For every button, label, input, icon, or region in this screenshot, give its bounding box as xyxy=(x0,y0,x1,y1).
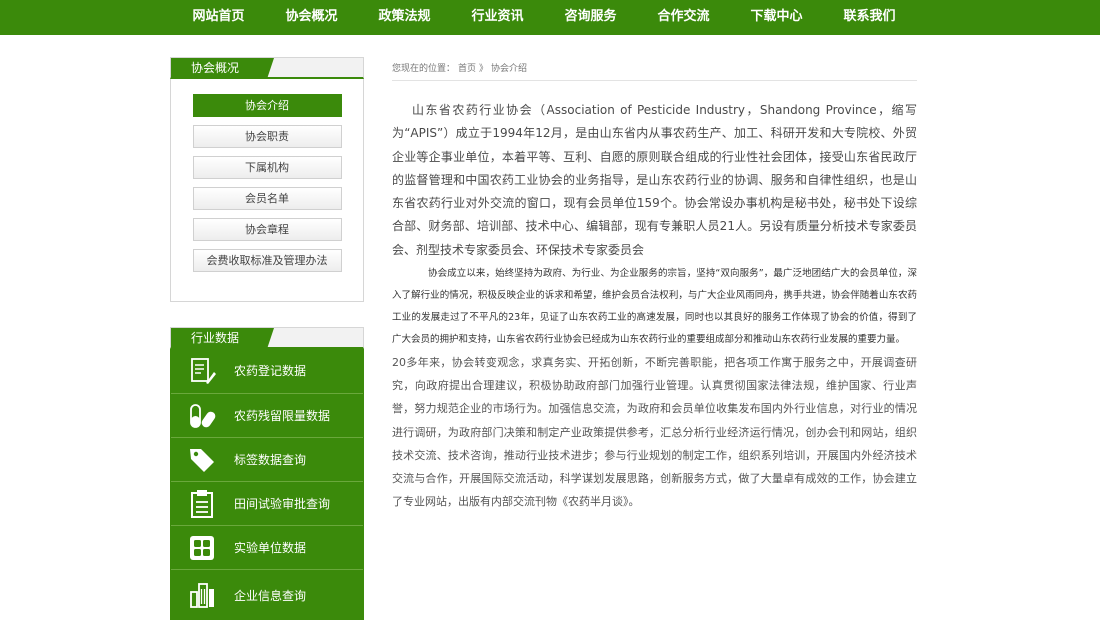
data-item-label: 实验单位数据 xyxy=(234,541,307,555)
industry-data-list: 农药登记数据 农药残留限量数据 标签数据查询 田间试验审批查询 实验单位数据 企… xyxy=(170,349,364,620)
article-paragraph-3: 20多年来，协会转变观念，求真务实、开拓创新，不断完善职能，把各项工作寓于服务之… xyxy=(392,356,917,509)
pills-icon xyxy=(190,404,216,428)
submenu-subsidiaries[interactable]: 下属机构 xyxy=(192,156,342,179)
article-paragraph-1: 山东省农药行业协会（Association of Pesticide Indus… xyxy=(392,103,917,257)
submenu-charter[interactable]: 协会章程 xyxy=(192,218,342,241)
data-item-field-trials[interactable]: 田间试验审批查询 xyxy=(171,481,363,525)
main-content: 您现在的位置： 首页》协会介绍 山东省农药行业协会（Association of … xyxy=(392,57,917,514)
data-item-label-data[interactable]: 标签数据查询 xyxy=(171,437,363,481)
sidebar: 协会概况 协会介绍 协会职责 下属机构 会员名单 协会章程 会费收取标准及管理办… xyxy=(170,57,364,620)
data-item-label: 标签数据查询 xyxy=(234,453,307,467)
grid-blocks-icon xyxy=(190,536,214,560)
nav-news[interactable]: 行业资讯 xyxy=(451,0,544,35)
nav-consulting[interactable]: 咨询服务 xyxy=(544,0,637,35)
nav-downloads[interactable]: 下载中心 xyxy=(730,0,823,35)
nav-home[interactable]: 网站首页 xyxy=(172,0,265,35)
breadcrumb-separator: 》 xyxy=(479,64,489,74)
industry-data-panel: 行业数据 农药登记数据 农药残留限量数据 标签数据查询 田间试验审批查询 实验单… xyxy=(170,327,364,620)
about-panel-title: 协会概况 xyxy=(171,58,274,79)
breadcrumb-home-link[interactable]: 首页 xyxy=(458,64,476,74)
submenu-member-list[interactable]: 会员名单 xyxy=(192,187,342,210)
industry-data-title: 行业数据 xyxy=(171,328,274,349)
data-item-registration[interactable]: 农药登记数据 xyxy=(171,349,363,393)
nav-contact[interactable]: 联系我们 xyxy=(823,0,916,35)
data-item-label: 企业信息查询 xyxy=(234,589,307,603)
data-item-label: 农药残留限量数据 xyxy=(234,409,331,423)
buildings-icon xyxy=(190,583,214,608)
data-item-label: 农药登记数据 xyxy=(234,364,307,378)
nav-cooperation[interactable]: 合作交流 xyxy=(637,0,730,35)
data-item-label: 田间试验审批查询 xyxy=(234,497,331,511)
clipboard-icon xyxy=(191,490,213,518)
breadcrumb: 您现在的位置： 首页》协会介绍 xyxy=(392,57,917,81)
submenu-responsibilities[interactable]: 协会职责 xyxy=(192,125,342,148)
article-paragraph-2: 协会成立以来，始终坚持为政府、为行业、为企业服务的宗旨，坚持“双向服务”，最广泛… xyxy=(392,268,917,346)
submenu-membership-fees[interactable]: 会费收取标准及管理办法 xyxy=(192,249,342,272)
nav-policy[interactable]: 政策法规 xyxy=(358,0,451,35)
tag-icon xyxy=(190,449,214,472)
industry-data-header: 行业数据 xyxy=(170,327,364,349)
about-submenu: 协会介绍 协会职责 下属机构 会员名单 协会章程 会费收取标准及管理办法 xyxy=(170,79,364,302)
document-pen-icon xyxy=(191,358,216,384)
top-navigation-bar: 网站首页 协会概况 政策法规 行业资讯 咨询服务 合作交流 下载中心 联系我们 xyxy=(0,0,1100,35)
data-item-test-units[interactable]: 实验单位数据 xyxy=(171,525,363,569)
submenu-introduction[interactable]: 协会介绍 xyxy=(192,94,342,117)
data-item-company-info[interactable]: 企业信息查询 xyxy=(171,569,363,619)
breadcrumb-current: 协会介绍 xyxy=(491,64,528,74)
data-item-residue-limits[interactable]: 农药残留限量数据 xyxy=(171,393,363,437)
about-panel-header: 协会概况 xyxy=(170,57,364,79)
nav-about[interactable]: 协会概况 xyxy=(265,0,358,35)
breadcrumb-prefix: 您现在的位置： xyxy=(392,64,456,74)
